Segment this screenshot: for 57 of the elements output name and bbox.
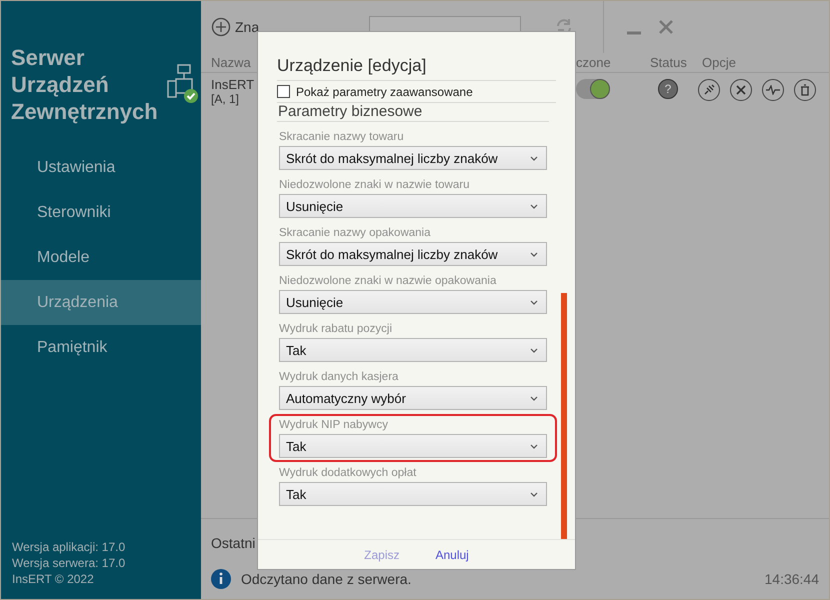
dialog-button[interactable]: Anuluj [429, 546, 475, 562]
device-name: InsERT [211, 77, 254, 92]
dropdown[interactable]: Tak [279, 338, 547, 362]
field-label: Niedozwolone znaki w nazwie opakowania [279, 274, 498, 288]
scrollbar[interactable] [561, 293, 567, 539]
dialog-title: Urządzenie [edycja] [277, 56, 556, 81]
dropdown[interactable]: Tak [279, 482, 547, 506]
sidebar-item[interactable]: Modele [1, 235, 201, 280]
dropdown[interactable]: Skrót do maksymalnej liczby znaków [279, 242, 547, 266]
advanced-checkbox[interactable] [277, 85, 290, 98]
log-message: Odczytano dane z serwera. [241, 571, 412, 587]
column-header: Opcje [702, 55, 736, 70]
dropdown[interactable]: Tak [279, 434, 547, 458]
field-label: Wydruk NIP nabywcy [279, 418, 389, 432]
caret-icon [530, 204, 538, 208]
field-label: Niedozwolone znaki w nazwie towaru [279, 178, 470, 192]
dropdown[interactable]: Usunięcie [279, 290, 547, 314]
plus-icon [211, 17, 231, 37]
log-time: 14:36:44 [764, 571, 819, 587]
version-text: Wersja serwera: 17.0 [12, 555, 126, 571]
column-header: czone [576, 55, 612, 70]
caret-icon [530, 396, 538, 400]
dropdown[interactable]: Usunięcie [279, 194, 547, 218]
checkbox-label: Pokaż parametry zaawansowane [296, 84, 473, 98]
caret-icon [530, 300, 538, 304]
field-label: Skracanie nazwy opakowania [279, 226, 432, 240]
field-label: Skracanie nazwy towaru [279, 130, 405, 144]
trash-icon[interactable] [794, 79, 816, 101]
plug-icon[interactable] [698, 79, 720, 101]
enabled-toggle[interactable] [576, 79, 610, 99]
pulse-icon[interactable] [762, 79, 784, 101]
column-header: Nazwa [211, 55, 251, 70]
device-address: [A, 1] [211, 92, 240, 106]
section-heading: Parametry biznesowe [277, 103, 549, 122]
info-icon [211, 569, 231, 589]
field-label: Wydruk rabatu pozycji [279, 322, 394, 336]
sidebar-item[interactable]: Ustawienia [1, 145, 201, 190]
dropdown[interactable]: Automatyczny wybór [279, 386, 547, 410]
caret-icon [530, 444, 538, 448]
field-label: Wydruk dodatkowych opłat [279, 466, 418, 480]
caret-icon [530, 348, 538, 352]
status-indicator: ? [658, 79, 678, 99]
column-header: Status [650, 55, 688, 70]
caret-icon [530, 156, 538, 160]
close-icon[interactable] [658, 19, 674, 35]
sidebar-item[interactable]: Sterowniki [1, 190, 201, 235]
dropdown[interactable]: Skrót do maksymalnej liczby znaków [279, 146, 547, 170]
field-label: Wydruk danych kasjera [279, 370, 400, 384]
version-text: InsERT © 2022 [12, 571, 95, 587]
caret-icon [530, 252, 538, 256]
device-check-icon [166, 63, 200, 105]
log-title: Ostatni [211, 535, 256, 551]
sidebar-item[interactable]: Pamiętnik [1, 325, 201, 370]
caret-icon [530, 492, 538, 496]
version-text: Wersja aplikacji: 17.0 [12, 539, 126, 555]
add-button[interactable]: Zna [211, 17, 260, 37]
app-title: Serwer Urządzeń Zewnętrznych [11, 44, 158, 124]
